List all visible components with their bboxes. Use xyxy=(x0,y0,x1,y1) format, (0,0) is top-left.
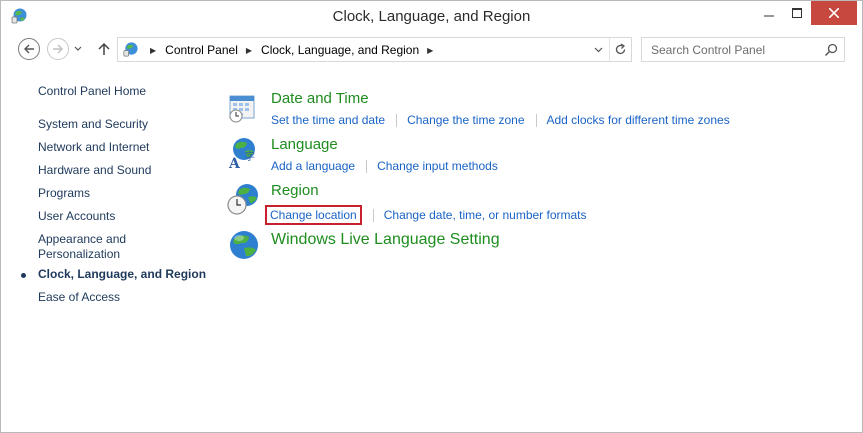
control-panel-window: Clock, Language, and Region ▶ Control Pa… xyxy=(0,0,863,433)
search-box[interactable]: Search Control Panel xyxy=(641,37,845,62)
chevron-down-icon xyxy=(594,47,603,52)
language-tasks: Add a language Change input methods xyxy=(271,159,498,173)
globe-language-icon: A 字 xyxy=(228,138,255,170)
arrow-right-icon xyxy=(53,44,63,54)
link-divider xyxy=(396,113,398,127)
sidebar-item-clock-language-region[interactable]: Clock, Language, and Region xyxy=(38,267,206,282)
sidebar-item-appearance-line2[interactable]: Personalization xyxy=(38,247,120,262)
language-link[interactable]: Language xyxy=(271,136,338,153)
change-location-link[interactable]: Change location xyxy=(265,205,362,225)
up-arrow-icon[interactable] xyxy=(96,41,112,57)
change-time-zone-link[interactable]: Change the time zone xyxy=(407,113,524,127)
sidebar-item-hardware-and-sound[interactable]: Hardware and Sound xyxy=(38,163,151,178)
sidebar-item-system-and-security[interactable]: System and Security xyxy=(38,117,148,132)
sidebar-item-user-accounts[interactable]: User Accounts xyxy=(38,209,115,224)
breadcrumb-chevron-icon[interactable]: ▶ xyxy=(246,46,252,55)
close-icon xyxy=(829,8,839,18)
window-title: Clock, Language, and Region xyxy=(332,8,531,25)
windows-live-language-setting-link[interactable]: Windows Live Language Setting xyxy=(271,231,500,249)
globe-clock-icon xyxy=(227,184,258,215)
breadcrumb-control-panel[interactable]: Control Panel xyxy=(165,43,238,57)
active-item-bullet xyxy=(21,273,26,278)
set-time-and-date-link[interactable]: Set the time and date xyxy=(271,113,385,127)
region-tasks: Change location Change date, time, or nu… xyxy=(265,205,587,225)
address-dropdown-button[interactable] xyxy=(589,38,608,61)
link-divider xyxy=(366,159,368,173)
svg-text:A: A xyxy=(228,156,241,170)
calendar-clock-icon xyxy=(229,95,255,123)
navigation-bar: ▶ Control Panel ▶ Clock, Language, and R… xyxy=(1,34,862,66)
link-divider xyxy=(372,208,374,222)
breadcrumb-chevron-icon[interactable]: ▶ xyxy=(427,46,433,55)
search-input[interactable]: Search Control Panel xyxy=(651,43,765,57)
date-and-time-link[interactable]: Date and Time xyxy=(271,90,369,107)
breadcrumb: ▶ Control Panel ▶ Clock, Language, and R… xyxy=(142,43,442,57)
address-bar[interactable]: ▶ Control Panel ▶ Clock, Language, and R… xyxy=(117,37,632,62)
svg-text:字: 字 xyxy=(245,150,255,163)
date-and-time-tasks: Set the time and date Change the time zo… xyxy=(271,113,730,127)
breadcrumb-chevron-icon[interactable]: ▶ xyxy=(150,46,156,55)
sidebar-item-appearance[interactable]: Appearance and xyxy=(38,232,126,247)
control-panel-icon xyxy=(123,42,138,57)
sidebar-item-programs[interactable]: Programs xyxy=(38,186,90,201)
sidebar-item-control-panel-home[interactable]: Control Panel Home xyxy=(38,84,146,99)
change-date-time-number-formats-link[interactable]: Change date, time, or number formats xyxy=(384,208,587,222)
sidebar-item-ease-of-access[interactable]: Ease of Access xyxy=(38,290,120,305)
minimize-button[interactable] xyxy=(755,1,783,25)
forward-button[interactable] xyxy=(47,38,69,60)
add-a-language-link[interactable]: Add a language xyxy=(271,159,355,173)
add-clocks-link[interactable]: Add clocks for different time zones xyxy=(547,113,730,127)
breadcrumb-clock-language-region[interactable]: Clock, Language, and Region xyxy=(261,43,419,57)
arrow-left-icon xyxy=(24,44,34,54)
globe-icon xyxy=(230,231,258,259)
region-link[interactable]: Region xyxy=(271,182,319,199)
minimize-icon xyxy=(764,15,774,17)
refresh-icon xyxy=(615,43,626,55)
maximize-icon xyxy=(791,8,802,18)
close-button[interactable] xyxy=(811,1,857,25)
title-bar: Clock, Language, and Region xyxy=(1,1,862,32)
change-input-methods-link[interactable]: Change input methods xyxy=(377,159,498,173)
refresh-button[interactable] xyxy=(609,38,631,61)
maximize-button[interactable] xyxy=(783,1,810,25)
back-button[interactable] xyxy=(18,38,40,60)
sidebar-item-network-and-internet[interactable]: Network and Internet xyxy=(38,140,149,155)
search-icon[interactable] xyxy=(824,43,838,57)
link-divider xyxy=(535,113,537,127)
recent-locations-chevron-icon[interactable] xyxy=(74,45,82,53)
